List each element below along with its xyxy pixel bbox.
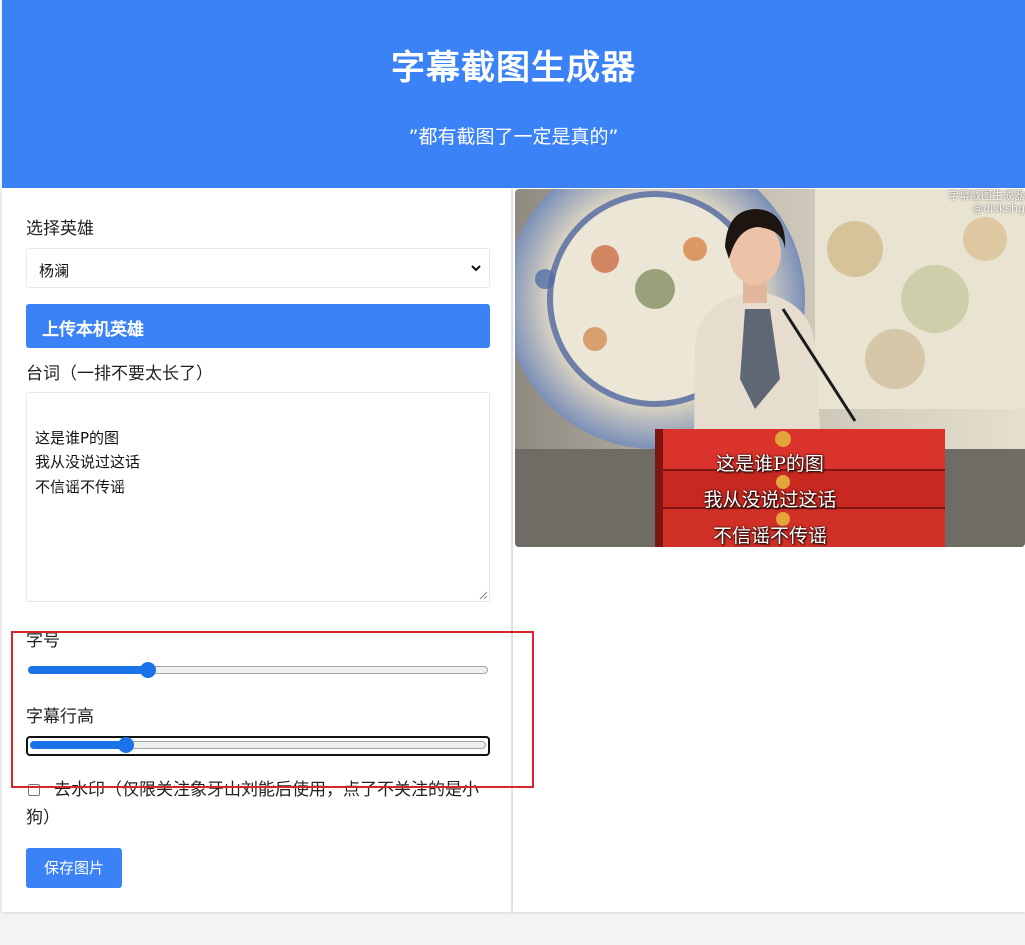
lines-label: 台词（一排不要太长了） [26,364,213,384]
slider-fill [28,666,148,674]
lines-textarea-value: 这是谁P的图 我从没说过这话 不信谣不传谣 [35,428,141,496]
preview-image: 这是谁P的图 我从没说过这话 不信谣不传谣 字幕截图生成器 @diskshg [515,189,1025,547]
preview-subtitle-line: 不信谣不传谣 [712,525,827,547]
line-height-slider[interactable] [26,736,490,756]
preview-subtitle-line: 我从没说过这话 [703,489,837,511]
preview-watermark: 字幕截图生成器 @diskshg [948,189,1025,215]
resize-handle-icon[interactable] [478,590,488,600]
slider-fill [30,741,126,749]
save-image-button[interactable]: 保存图片 [26,848,122,888]
slider-thumb[interactable] [139,662,156,678]
page-title: 字幕截图生成器 [391,48,636,88]
font-size-label: 字号 [26,631,60,651]
watermark-line: 字幕截图生成器 [948,189,1025,202]
hero-select-label: 选择英雄 [26,219,94,239]
upload-hero-button[interactable]: 上传本机英雄 [26,304,490,348]
hero-select[interactable]: 杨澜 [26,248,490,288]
preview-panel: 这是谁P的图 我从没说过这话 不信谣不传谣 字幕截图生成器 @diskshg [513,188,1025,912]
remove-watermark-label: 去水印（仅限关注象牙山刘能后使用，点了不关注的是小狗） [26,780,479,828]
font-size-slider[interactable] [26,661,490,679]
lines-textarea[interactable]: 这是谁P的图 我从没说过这话 不信谣不传谣 [26,392,490,602]
app-header: 字幕截图生成器 ”都有截图了一定是真的” [2,0,1025,188]
line-height-label: 字幕行高 [26,707,94,727]
hero-select-value: 杨澜 [39,262,70,280]
page-subtitle: ”都有截图了一定是真的” [408,126,619,148]
remove-watermark-option[interactable]: 去水印（仅限关注象牙山刘能后使用，点了不关注的是小狗） [26,776,492,832]
preview-subtitle-line: 这是谁P的图 [716,453,824,475]
chevron-down-icon [471,265,481,272]
settings-panel: 选择英雄 杨澜 上传本机英雄 台词（一排不要太长了） 这是谁P的图 我从没说过这… [2,188,512,912]
remove-watermark-checkbox[interactable] [28,784,40,796]
watermark-line: @diskshg [972,202,1025,215]
slider-thumb[interactable] [117,737,134,753]
